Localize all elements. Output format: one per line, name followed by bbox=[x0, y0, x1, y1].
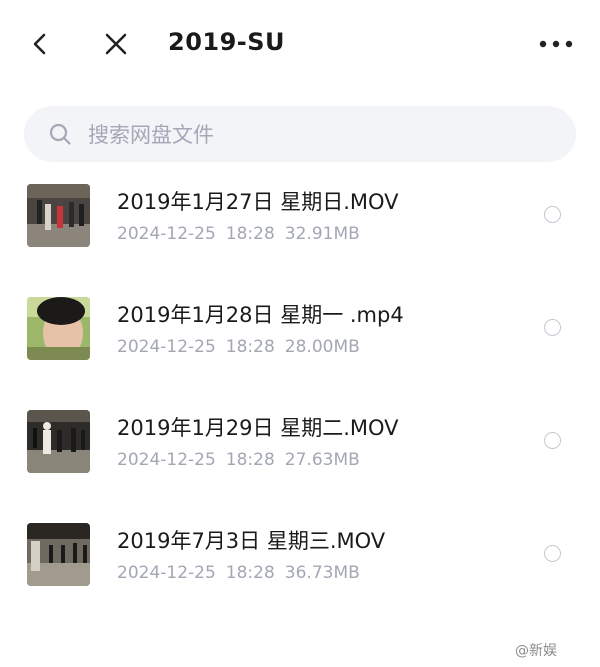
video-thumbnail-dance-studio bbox=[27, 410, 90, 473]
chevron-left-icon bbox=[33, 33, 46, 55]
close-icon bbox=[105, 33, 127, 55]
select-radio[interactable] bbox=[544, 319, 561, 336]
file-row[interactable]: 2019年1月27日 星期日.MOV 2024-12-25 18:28 32.91M… bbox=[0, 184, 600, 284]
file-name: 2019年7月3日 星期三.MOV bbox=[117, 529, 386, 553]
search-icon bbox=[49, 123, 71, 145]
file-name: 2019年1月28日 星期一 .mp4 bbox=[117, 303, 404, 327]
file-time: 18:28 bbox=[225, 224, 275, 244]
file-row[interactable]: 2019年1月29日 星期二.MOV 2024-12-25 18:28 27.63M… bbox=[0, 410, 600, 510]
file-meta: 2024-12-25 18:28 27.63MB bbox=[117, 450, 370, 470]
file-meta: 2024-12-25 18:28 32.91MB bbox=[117, 224, 370, 244]
file-date: 2024-12-25 bbox=[117, 337, 216, 357]
page-title: 2019-SU bbox=[168, 28, 286, 56]
select-radio[interactable] bbox=[544, 545, 561, 562]
watermark: @新娱 bbox=[515, 643, 557, 659]
top-bar: 2019-SU bbox=[0, 0, 600, 90]
select-radio[interactable] bbox=[544, 206, 561, 223]
file-meta: 2024-12-25 18:28 36.73MB bbox=[117, 563, 370, 583]
search-input[interactable] bbox=[86, 116, 550, 154]
video-thumbnail-selfie bbox=[27, 297, 90, 360]
file-size: 36.73MB bbox=[284, 563, 360, 583]
file-date: 2024-12-25 bbox=[117, 224, 216, 244]
file-name: 2019年1月27日 星期日.MOV bbox=[117, 190, 399, 214]
file-row[interactable]: 2019年1月28日 星期一 .mp4 2024-12-25 18:28 28.00… bbox=[0, 297, 600, 397]
file-date: 2024-12-25 bbox=[117, 563, 216, 583]
file-time: 18:28 bbox=[225, 563, 275, 583]
close-button[interactable] bbox=[102, 30, 130, 58]
select-radio[interactable] bbox=[544, 432, 561, 449]
file-size: 28.00MB bbox=[284, 337, 360, 357]
search-bar[interactable] bbox=[24, 106, 576, 162]
file-time: 18:28 bbox=[225, 450, 275, 470]
video-thumbnail-dance-studio bbox=[27, 523, 90, 586]
more-options-button[interactable] bbox=[536, 30, 576, 58]
file-time: 18:28 bbox=[225, 337, 275, 357]
file-row[interactable]: 2019年7月3日 星期三.MOV 2024-12-25 18:28 36.73MB bbox=[0, 523, 600, 623]
file-size: 32.91MB bbox=[284, 224, 360, 244]
file-meta: 2024-12-25 18:28 28.00MB bbox=[117, 337, 370, 357]
file-size: 27.63MB bbox=[284, 450, 360, 470]
more-horizontal-icon bbox=[539, 40, 573, 48]
back-button[interactable] bbox=[26, 30, 54, 58]
file-date: 2024-12-25 bbox=[117, 450, 216, 470]
video-thumbnail-dance-studio bbox=[27, 184, 90, 247]
file-name: 2019年1月29日 星期二.MOV bbox=[117, 416, 399, 440]
